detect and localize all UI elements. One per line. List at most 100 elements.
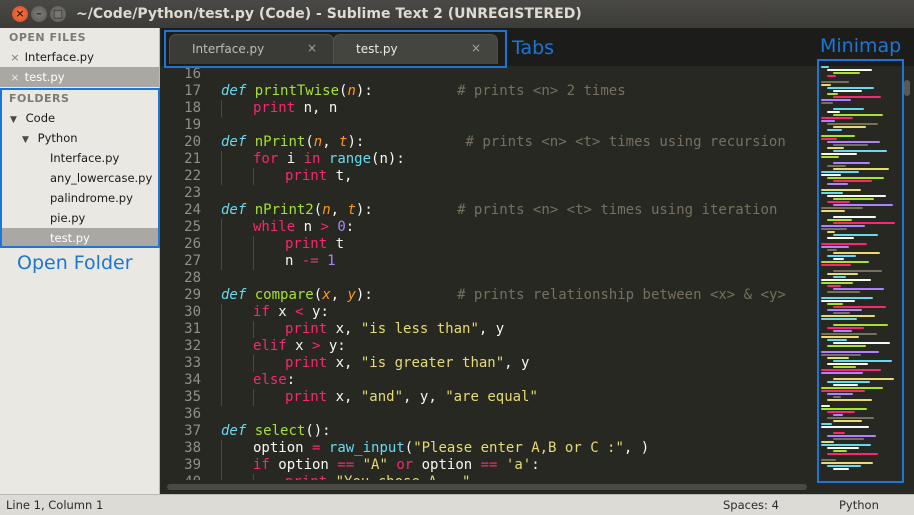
code-line[interactable]: for i in range(n): <box>221 151 786 168</box>
code-line[interactable]: print x, "is less than", y <box>221 321 786 338</box>
code-line[interactable]: if option == "A" or option == 'a': <box>221 457 786 474</box>
minimap-line <box>821 84 831 86</box>
maximize-window-button[interactable]: □ <box>50 6 66 22</box>
code-line[interactable]: else: <box>221 372 786 389</box>
minimap-line <box>821 333 877 335</box>
line-number: 27 <box>184 253 201 269</box>
open-file-item-interface[interactable]: × Interface.py <box>0 47 159 67</box>
code-line[interactable]: def printTwise(n): # prints <n> 2 times <box>221 83 786 100</box>
expanded-arrow-icon[interactable]: ▼ <box>22 130 34 150</box>
close-tab-icon[interactable]: × <box>471 41 481 55</box>
code-token: "Please enter A,B or C :" <box>413 440 624 456</box>
code-line[interactable] <box>221 270 786 287</box>
vertical-scrollbar[interactable] <box>902 66 914 494</box>
code-line[interactable] <box>221 117 786 134</box>
minimap-line <box>833 270 882 272</box>
code-line[interactable]: print x, "is greater than", y <box>221 355 786 372</box>
indent-guide <box>253 355 285 372</box>
code-line[interactable]: print n, n <box>221 100 786 117</box>
code-line[interactable]: elif x > y: <box>221 338 786 355</box>
indentation-setting[interactable]: Spaces: 4 <box>723 498 779 512</box>
minimap-line <box>827 237 854 239</box>
code-line[interactable]: n -= 1 <box>221 253 786 270</box>
scrollbar-thumb[interactable] <box>167 484 807 490</box>
minimap-line <box>833 150 887 152</box>
indent-guide <box>221 151 253 168</box>
minimap-line <box>827 147 844 149</box>
minimap-line <box>821 66 829 68</box>
minimap-line <box>833 276 846 278</box>
close-tab-icon[interactable]: × <box>307 41 317 55</box>
code-line[interactable]: print t, <box>221 168 786 185</box>
file-item-any-lowercase[interactable]: any_lowercase.py <box>0 168 159 188</box>
minimap-line <box>827 195 886 197</box>
code-token: ( <box>305 134 314 150</box>
code-editor[interactable]: 16 17 18 19 20 21 22 23 24 25 26 27 28 29 30 31 32 33 34 35… <box>161 66 816 480</box>
minimap-line <box>821 426 869 428</box>
code-token: n, n <box>295 100 338 116</box>
minimap-line <box>827 453 878 455</box>
code-line[interactable] <box>221 185 786 202</box>
minimap-line <box>827 345 866 347</box>
tab-test[interactable]: test.py × <box>333 34 498 64</box>
minimap-line <box>821 390 865 392</box>
line-number: 25 <box>184 219 201 235</box>
file-label: palindrome.py <box>50 191 133 205</box>
status-bar: Line 1, Column 1 Spaces: 4 Python <box>0 494 914 515</box>
indent-guide <box>221 253 253 270</box>
file-item-interface[interactable]: Interface.py <box>0 148 159 168</box>
file-item-palindrome[interactable]: palindrome.py <box>0 188 159 208</box>
minimap[interactable] <box>816 66 914 494</box>
minimize-window-button[interactable]: – <box>31 6 47 22</box>
folder-item-python[interactable]: ▼ Python <box>0 128 159 148</box>
folder-item-code[interactable]: ▼ Code <box>0 108 159 128</box>
code-line[interactable]: if x < y: <box>221 304 786 321</box>
open-file-item-test[interactable]: × test.py <box>0 67 159 87</box>
code-text[interactable]: def printTwise(n): # prints <n> 2 times p… <box>221 66 786 480</box>
code-line[interactable]: option = raw_input("Please enter A,B or … <box>221 440 786 457</box>
code-line[interactable]: print x, "and", y, "are equal" <box>221 389 786 406</box>
code-token: 0 <box>337 219 346 235</box>
minimap-line <box>833 108 864 110</box>
minimap-line <box>827 165 846 167</box>
close-file-icon[interactable]: × <box>9 68 21 88</box>
tab-interface[interactable]: Interface.py × <box>169 34 334 64</box>
minimap-line <box>827 177 884 179</box>
code-line[interactable]: def compare(x, y): # prints relationship… <box>221 287 786 304</box>
expanded-arrow-icon[interactable]: ▼ <box>10 110 22 130</box>
tab-label: Interface.py <box>192 42 265 56</box>
minimap-line <box>833 342 890 344</box>
syntax-selector[interactable]: Python <box>839 498 879 512</box>
code-line[interactable]: def nPrint(n, t): # prints <n> <t> times… <box>221 134 786 151</box>
minimap-line <box>827 123 878 125</box>
code-line[interactable] <box>221 66 786 83</box>
code-token: print <box>285 168 328 184</box>
code-token: elif <box>253 338 287 354</box>
minimap-line <box>827 87 874 89</box>
minimap-line <box>833 378 894 380</box>
code-token: , <box>322 134 340 150</box>
code-token: select <box>254 423 306 439</box>
minimap-line <box>821 153 857 155</box>
close-window-button[interactable]: × <box>12 6 28 22</box>
line-number: 23 <box>184 185 201 201</box>
code-line[interactable]: def nPrint2(n, t): # prints <n> <t> time… <box>221 202 786 219</box>
file-item-pie[interactable]: pie.py <box>0 208 159 228</box>
code-token: x <box>286 338 313 354</box>
open-file-label: test.py <box>24 70 65 84</box>
code-line[interactable]: print t <box>221 236 786 253</box>
scrollbar-thumb[interactable] <box>904 80 910 96</box>
minimap-line <box>821 102 833 104</box>
minimap-line <box>821 246 849 248</box>
file-item-test[interactable]: test.py <box>0 228 159 248</box>
horizontal-scrollbar[interactable] <box>161 480 816 494</box>
close-file-icon[interactable]: × <box>9 48 21 68</box>
code-line[interactable]: while n > 0: <box>221 219 786 236</box>
code-line[interactable] <box>221 406 786 423</box>
code-line[interactable]: def select(): <box>221 423 786 440</box>
code-token: (n): <box>371 151 405 167</box>
minimap-line <box>821 135 855 137</box>
minimap-line <box>833 360 892 362</box>
cursor-position: Line 1, Column 1 <box>6 498 104 512</box>
